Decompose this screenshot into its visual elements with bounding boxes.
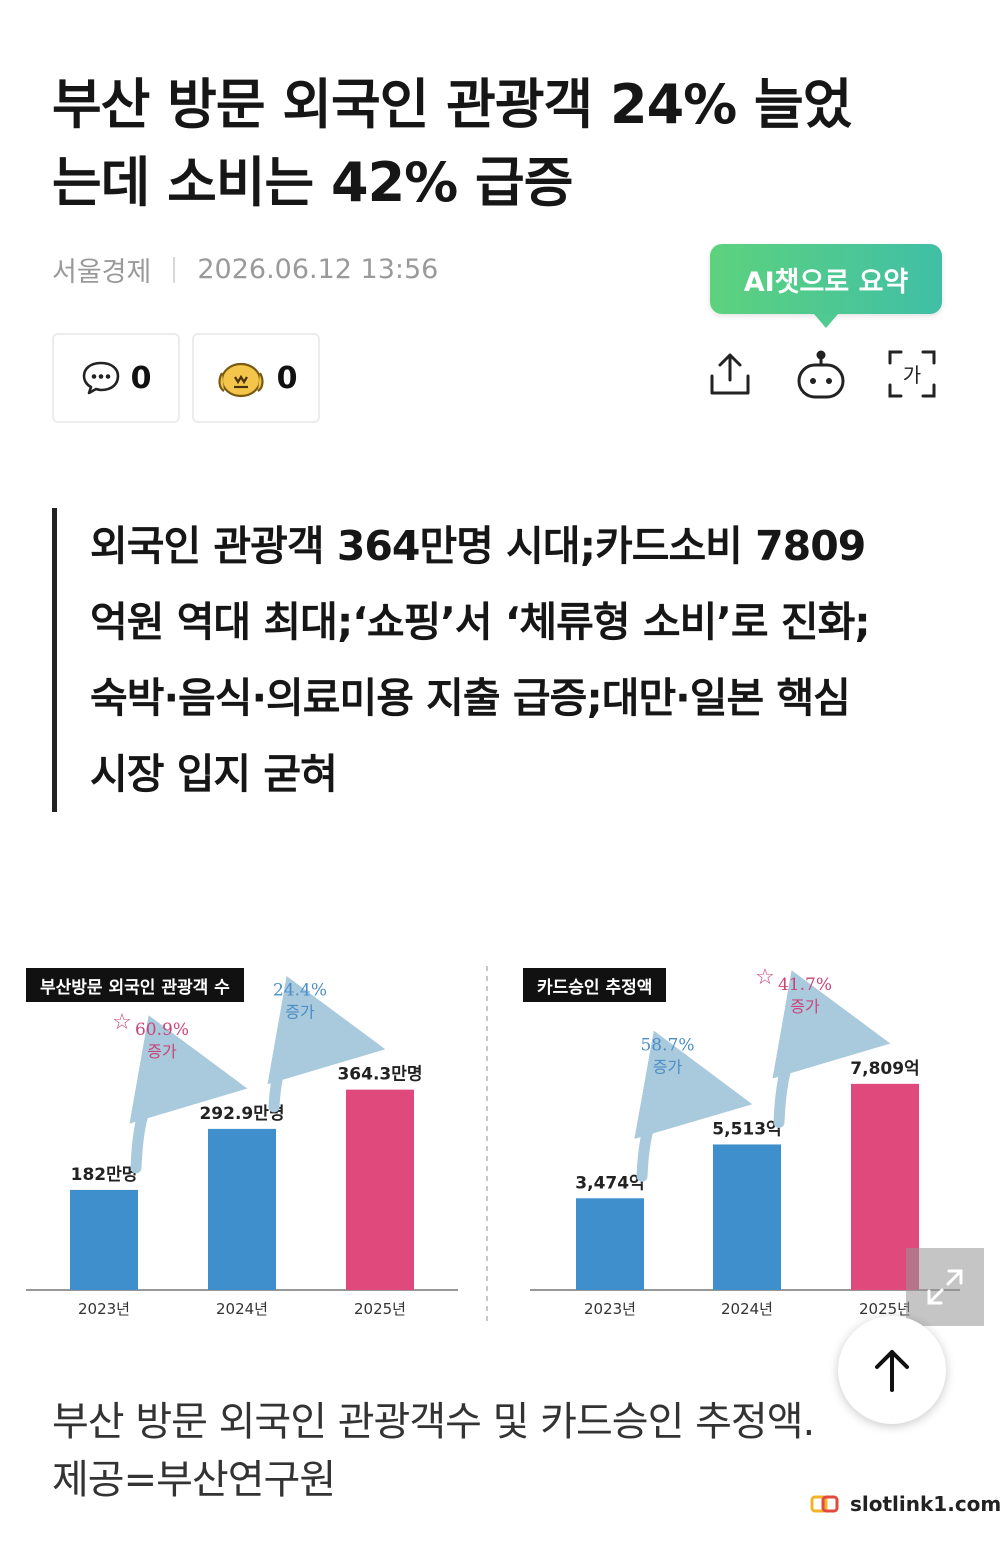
arrow-up-icon — [875, 1350, 909, 1392]
like-count: 0 — [276, 360, 298, 396]
article-figure[interactable]: 부산방문 외국인 관광객 수 카드승인 추정액 182만명 2023년 292.9만… — [0, 950, 1000, 1340]
growth-rate: 24.4% — [273, 981, 327, 1001]
like-face-icon — [218, 362, 264, 398]
figure-charts-svg: 182만명2023년292.9만명2024년364.3만명2025년60.9%증… — [26, 965, 960, 1324]
summary-line: 시장 입지 굳혀 — [90, 750, 338, 798]
share-button[interactable] — [704, 346, 756, 402]
summary-line: 외국인 관광객 364만명 시대;카드소비 7809 — [90, 522, 866, 570]
image-expand-button[interactable] — [906, 1248, 984, 1326]
growth-label: 증가 — [653, 1057, 683, 1076]
data-label: 3,474억 — [575, 1173, 644, 1193]
tick-label: 2025년 — [859, 1300, 911, 1318]
growth-label: 증가 — [790, 997, 820, 1016]
curved-arrow-icon — [267, 976, 386, 1113]
curved-arrow-icon — [772, 970, 891, 1128]
growth-rate: 60.9% — [135, 1020, 189, 1040]
font-size-button[interactable]: 가 — [886, 346, 938, 402]
ai-bot-icon — [797, 350, 845, 399]
tick-label: 2025년 — [354, 1300, 406, 1318]
bar — [713, 1144, 781, 1290]
data-label: 5,513억 — [712, 1119, 781, 1139]
share-icon — [710, 353, 750, 395]
caption-line-1: 부산 방문 외국인 관광객수 및 카드승인 추정액. — [52, 1399, 815, 1445]
comment-button[interactable]: 0 — [52, 333, 180, 423]
comment-count: 0 — [130, 360, 152, 396]
article-summary: 외국인 관광객 364만명 시대;카드소비 7809 억원 역대 최대;‘쇼핑’… — [52, 508, 952, 812]
tick-label: 2024년 — [721, 1300, 773, 1318]
curved-arrow-icon — [634, 1030, 753, 1182]
article-meta: 서울경제 2026.06.12 13:56 — [52, 250, 438, 289]
ai-bot-button[interactable] — [795, 346, 847, 402]
like-button[interactable]: 0 — [192, 333, 320, 423]
headline-line-1: 부산 방문 외국인 관광객 24% 늘었 — [52, 73, 852, 136]
growth-rate: 58.7% — [640, 1035, 694, 1055]
data-label: 364.3만명 — [337, 1065, 422, 1085]
article-headline: 부산 방문 외국인 관광객 24% 늘었 는데 소비는 42% 급증 — [52, 66, 952, 222]
link-logo-icon — [810, 1495, 839, 1513]
growth-rate: 41.7% — [778, 975, 832, 995]
ai-summary-button[interactable]: AI챗으로 요약 — [710, 244, 942, 328]
star-icon: ☆ — [755, 965, 775, 990]
data-label: 7,809억 — [850, 1059, 919, 1079]
figure-caption: 부산 방문 외국인 관광객수 및 카드승인 추정액. 제공=부산연구원 — [52, 1393, 932, 1509]
tick-label: 2024년 — [216, 1300, 268, 1318]
caption-line-2: 제공=부산연구원 — [52, 1457, 336, 1503]
star-icon: ☆ — [112, 1010, 132, 1035]
bar — [70, 1189, 138, 1290]
tick-label: 2023년 — [78, 1300, 130, 1318]
summary-line: 억원 역대 최대;‘쇼핑’서 ‘체류형 소비’로 진화; — [90, 598, 871, 646]
summary-line: 숙박·음식·의료미용 지출 급증;대만·일본 핵심 — [90, 674, 851, 722]
bar — [576, 1198, 644, 1290]
data-label: 182만명 — [71, 1165, 138, 1185]
expand-icon — [927, 1269, 963, 1305]
curved-arrow-icon — [129, 1015, 248, 1174]
tick-label: 2023년 — [584, 1300, 636, 1318]
font-size-icon: 가 — [888, 350, 936, 398]
comment-icon — [82, 361, 119, 395]
growth-label: 증가 — [147, 1042, 177, 1061]
bar — [208, 1128, 276, 1290]
meta-divider — [173, 256, 176, 283]
watermark-text: slotlink1.com — [850, 1492, 1000, 1516]
ai-summary-label: AI챗으로 요약 — [743, 266, 909, 298]
source-name[interactable]: 서울경제 — [52, 250, 151, 289]
bar — [346, 1089, 414, 1290]
growth-label: 증가 — [285, 1003, 315, 1022]
headline-line-2: 는데 소비는 42% 급증 — [52, 151, 573, 214]
watermark: slotlink1.com — [810, 1492, 1000, 1516]
publish-datetime: 2026.06.12 13:56 — [197, 254, 439, 285]
font-icon-glyph: 가 — [903, 363, 921, 387]
